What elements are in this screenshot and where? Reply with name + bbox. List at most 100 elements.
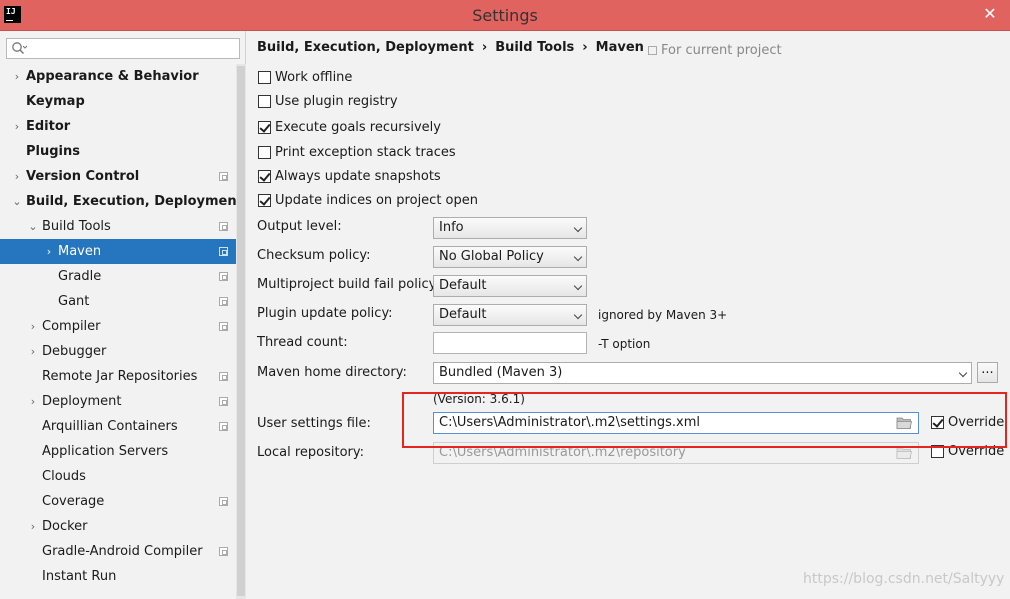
checksum-policy-select[interactable]: No Global Policy [433,246,587,268]
local-repository-label: Local repository: [257,445,364,460]
sidebar-item-build-execution-deployment[interactable]: ⌄ Build, Execution, Deployment [0,189,242,214]
chevron-right-icon[interactable]: › [27,514,39,539]
sidebar-item-deployment[interactable]: › Deployment [0,389,236,414]
chevron-down-icon [573,310,583,320]
maven-home-value: Bundled (Maven 3) [439,365,563,380]
execute-goals-recursively-checkbox[interactable] [258,121,271,134]
chevron-right-icon[interactable]: › [27,339,39,364]
chevron-down-icon [573,223,583,233]
scope-indicator: For current project [648,43,782,58]
plugin-update-policy-label: Plugin update policy: [257,306,393,321]
chevron-down-icon [573,252,583,262]
project-scope-icon [219,172,228,181]
user-settings-input[interactable]: C:\Users\Administrator\.m2\settings.xml [433,412,919,434]
project-scope-icon [648,46,657,55]
thread-count-input[interactable] [433,332,587,354]
thread-count-hint: -T option [598,337,651,351]
project-scope-icon [219,322,228,331]
plugin-update-hint: ignored by Maven 3+ [598,308,728,322]
checksum-policy-label: Checksum policy: [257,248,371,263]
sidebar-item-debugger[interactable]: › Debugger [0,339,236,364]
local-repository-value: C:\Users\Administrator\.m2\repository [439,445,686,460]
print-exception-label: Print exception stack traces [275,145,456,160]
user-settings-override-label: Override [948,415,1005,430]
sidebar-item-instant-run[interactable]: Instant Run [0,564,236,589]
work-offline-checkbox[interactable] [258,71,271,84]
sidebar-item-keymap[interactable]: Keymap [0,89,236,114]
close-button[interactable]: ✕ [978,4,1002,26]
maven-home-select[interactable]: Bundled (Maven 3) [433,362,972,384]
sidebar-scrollbar[interactable] [236,64,246,599]
chevron-right-icon[interactable]: › [11,164,23,189]
user-settings-value: C:\Users\Administrator\.m2\settings.xml [439,415,701,430]
execute-goals-recursively-label: Execute goals recursively [275,120,441,135]
chevron-down-icon [573,281,583,291]
chevron-right-icon[interactable]: › [43,239,55,264]
title-bar: IJ Settings ✕ [0,0,1010,31]
checksum-policy-value: No Global Policy [439,249,544,264]
watermark: https://blog.csdn.net/Saltyyy [803,571,1005,587]
always-update-snapshots-label: Always update snapshots [275,169,441,184]
plugin-update-policy-select[interactable]: Default [433,304,587,326]
sidebar-item-gradle[interactable]: Gradle [0,264,236,289]
update-indices-checkbox[interactable] [258,194,271,207]
chevron-right-icon[interactable]: › [27,389,39,414]
scope-label: For current project [661,43,782,58]
sidebar-item-appearance-behavior[interactable]: › Appearance & Behavior [0,64,236,89]
output-level-label: Output level: [257,219,342,234]
breadcrumb-separator: › [481,40,488,55]
sidebar-item-version-control[interactable]: › Version Control [0,164,236,189]
sidebar-item-remote-jar-repositories[interactable]: Remote Jar Repositories [0,364,236,389]
update-indices-label: Update indices on project open [275,193,478,208]
browse-maven-home-button[interactable]: ... [977,362,998,383]
settings-sidebar: › Appearance & Behavior Keymap › Editor … [0,31,246,599]
window-title: Settings [472,6,538,25]
sidebar-item-build-tools[interactable]: ⌄ Build Tools [0,214,236,239]
breadcrumb: Build, Execution, Deployment › Build Tools… [257,40,644,55]
chevron-down-icon[interactable]: ⌄ [27,214,39,239]
multiproject-fail-policy-select[interactable]: Default [433,275,587,297]
breadcrumb-build-execution-deployment: Build, Execution, Deployment [257,40,474,55]
sidebar-item-maven[interactable]: › Maven [0,239,236,264]
sidebar-item-docker[interactable]: › Docker [0,514,236,539]
output-level-select[interactable]: Info [433,217,587,239]
project-scope-icon [219,247,228,256]
sidebar-item-arquillian-containers[interactable]: Arquillian Containers [0,414,236,439]
sidebar-item-clouds[interactable]: Clouds [0,464,236,489]
chevron-right-icon[interactable]: › [27,314,39,339]
local-repository-override-label: Override [948,444,1005,459]
always-update-snapshots-checkbox[interactable] [258,170,271,183]
maven-version-text: (Version: 3.6.1) [433,392,525,406]
sidebar-item-plugins[interactable]: Plugins [0,139,236,164]
sidebar-item-editor[interactable]: › Editor [0,114,236,139]
user-settings-override-checkbox[interactable] [931,416,944,429]
local-repository-input: C:\Users\Administrator\.m2\repository [433,442,919,464]
search-input[interactable] [6,38,240,59]
use-plugin-registry-checkbox[interactable] [258,95,271,108]
thread-count-label: Thread count: [257,335,348,350]
sidebar-scrollbar-thumb[interactable] [237,66,245,596]
local-repository-override-checkbox[interactable] [931,445,944,458]
sidebar-item-gradle-android-compiler[interactable]: Gradle-Android Compiler [0,539,236,564]
chevron-right-icon[interactable]: › [11,114,23,139]
sidebar-item-compiler[interactable]: › Compiler [0,314,236,339]
maven-settings-panel: Build, Execution, Deployment › Build Tools… [247,31,1010,599]
multiproject-fail-policy-value: Default [439,278,487,293]
maven-home-label: Maven home directory: [257,365,407,380]
project-scope-icon [219,272,228,281]
sidebar-item-coverage[interactable]: Coverage [0,489,236,514]
project-scope-icon [219,297,228,306]
user-settings-label: User settings file: [257,416,371,431]
sidebar-item-gant[interactable]: Gant [0,289,236,314]
project-scope-icon [219,222,228,231]
breadcrumb-maven: Maven [595,40,644,55]
print-exception-checkbox[interactable] [258,146,271,159]
settings-tree: › Appearance & Behavior Keymap › Editor … [0,64,243,589]
sidebar-item-application-servers[interactable]: Application Servers [0,439,236,464]
breadcrumb-separator: › [582,40,588,55]
folder-icon[interactable] [896,416,912,430]
project-scope-icon [219,497,228,506]
project-scope-icon [219,372,228,381]
chevron-right-icon[interactable]: › [11,64,23,89]
chevron-down-icon[interactable]: ⌄ [11,189,23,214]
